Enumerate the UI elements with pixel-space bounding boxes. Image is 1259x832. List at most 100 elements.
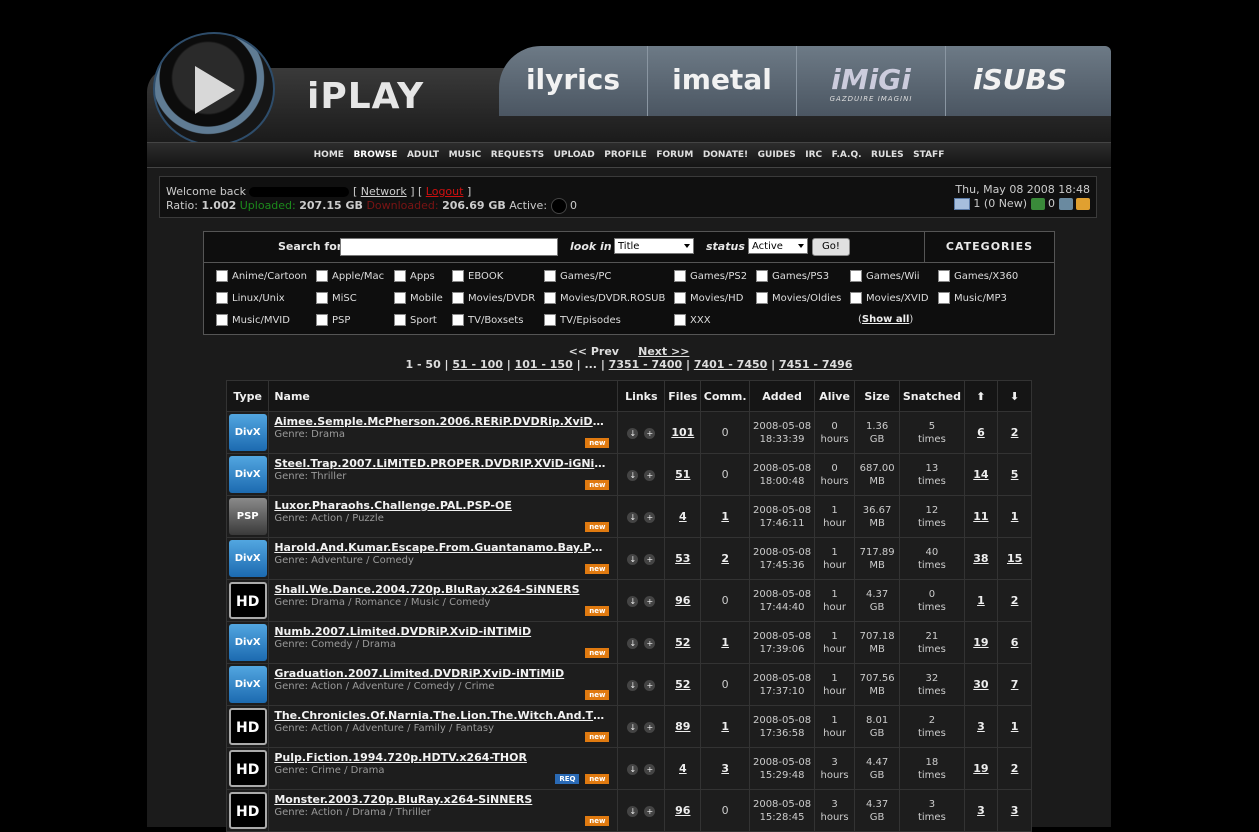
col-snatched[interactable]: Snatched bbox=[899, 380, 965, 412]
comments-link[interactable]: 1 bbox=[721, 636, 729, 649]
nav-staff[interactable]: STAFF bbox=[913, 143, 944, 167]
category-checkbox[interactable] bbox=[544, 270, 556, 282]
download-icon[interactable]: ↓ bbox=[627, 512, 639, 523]
leechers-link[interactable]: 5 bbox=[1011, 468, 1019, 481]
category-movies-hd[interactable]: Movies/HD bbox=[674, 292, 743, 304]
category-checkbox[interactable] bbox=[452, 270, 464, 282]
download-icon[interactable]: ↓ bbox=[627, 680, 639, 691]
category-mobile[interactable]: Mobile bbox=[394, 292, 443, 304]
category-checkbox[interactable] bbox=[674, 314, 686, 326]
category-games-ps3[interactable]: Games/PS3 bbox=[756, 270, 829, 282]
comments-link[interactable]: 3 bbox=[721, 762, 729, 775]
messages-count[interactable]: 1 (0 New) bbox=[973, 197, 1027, 210]
category-checkbox[interactable] bbox=[216, 292, 228, 304]
torrent-name-link[interactable]: Pulp.Fiction.1994.720p.HDTV.x264-THOR bbox=[274, 751, 607, 764]
comments-link[interactable]: 2 bbox=[721, 552, 729, 565]
download-icon[interactable]: ↓ bbox=[627, 428, 639, 439]
search-input[interactable] bbox=[340, 238, 558, 256]
nav-profile[interactable]: PROFILE bbox=[604, 143, 647, 167]
col-name[interactable]: Name bbox=[268, 380, 619, 412]
torrent-name-link[interactable]: Graduation.2007.Limited.DVDRiP.XviD-iNTi… bbox=[274, 667, 607, 680]
add-icon[interactable]: + bbox=[644, 596, 656, 607]
nav-upload[interactable]: UPLOAD bbox=[554, 143, 595, 167]
category-linux-unix[interactable]: Linux/Unix bbox=[216, 292, 285, 304]
category-checkbox[interactable] bbox=[394, 292, 406, 304]
download-icon[interactable]: ↓ bbox=[627, 722, 639, 733]
col-size[interactable]: Size bbox=[853, 380, 901, 412]
category-checkbox[interactable] bbox=[394, 270, 406, 282]
friends-icon[interactable] bbox=[1058, 198, 1073, 210]
seeders-link[interactable]: 14 bbox=[973, 468, 988, 481]
category-games-ps2[interactable]: Games/PS2 bbox=[674, 270, 747, 282]
comments-link[interactable]: 1 bbox=[721, 510, 729, 523]
leechers-link[interactable]: 6 bbox=[1011, 636, 1019, 649]
page-link[interactable]: 7451 - 7496 bbox=[779, 358, 852, 371]
category-type-icon[interactable]: HD bbox=[228, 792, 267, 829]
col-comments[interactable]: Comm. bbox=[700, 380, 750, 412]
category-checkbox[interactable] bbox=[394, 314, 406, 326]
site-logo[interactable]: iPLAY bbox=[307, 76, 424, 117]
category-checkbox[interactable] bbox=[850, 270, 862, 282]
category-checkbox[interactable] bbox=[544, 292, 556, 304]
status-select[interactable]: Active bbox=[748, 238, 808, 254]
category-games-wii[interactable]: Games/Wii bbox=[850, 270, 920, 282]
leechers-link[interactable]: 7 bbox=[1011, 678, 1019, 691]
category-ebook[interactable]: EBOOK bbox=[452, 270, 503, 282]
category-type-icon[interactable]: DivX bbox=[228, 624, 267, 661]
files-link[interactable]: 96 bbox=[675, 804, 690, 817]
leechers-link[interactable]: 1 bbox=[1011, 720, 1019, 733]
files-link[interactable]: 96 bbox=[675, 594, 690, 607]
category-type-icon[interactable]: HD bbox=[228, 750, 267, 787]
nav-music[interactable]: MUSIC bbox=[449, 143, 482, 167]
files-link[interactable]: 53 bbox=[675, 552, 690, 565]
seeders-link[interactable]: 3 bbox=[977, 804, 985, 817]
nav-faq[interactable]: F.A.Q. bbox=[832, 143, 862, 167]
category-tv-boxsets[interactable]: TV/Boxsets bbox=[452, 314, 523, 326]
category-movies-xvid[interactable]: Movies/XVID bbox=[850, 292, 929, 304]
category-type-icon[interactable]: DivX bbox=[228, 456, 267, 493]
download-icon[interactable]: ↓ bbox=[627, 806, 639, 817]
files-link[interactable]: 101 bbox=[671, 426, 694, 439]
money-icon[interactable] bbox=[1030, 198, 1045, 210]
files-link[interactable]: 89 bbox=[675, 720, 690, 733]
torrent-name-link[interactable]: Harold.And.Kumar.Escape.From.Guantanamo.… bbox=[274, 541, 607, 554]
category-misc[interactable]: MiSC bbox=[316, 292, 357, 304]
nav-adult[interactable]: ADULT bbox=[407, 143, 439, 167]
download-icon[interactable]: ↓ bbox=[627, 554, 639, 565]
category-sport[interactable]: Sport bbox=[394, 314, 437, 326]
torrent-name-link[interactable]: Numb.2007.Limited.DVDRiP.XviD-iNTiMiD bbox=[274, 625, 607, 638]
partner-ilyrics[interactable]: ilyrics bbox=[499, 46, 648, 116]
show-all-link[interactable]: Show all bbox=[862, 314, 910, 325]
add-icon[interactable]: + bbox=[644, 554, 656, 565]
network-link[interactable]: Network bbox=[361, 185, 407, 198]
torrent-name-link[interactable]: Shall.We.Dance.2004.720p.BluRay.x264-SiN… bbox=[274, 583, 607, 596]
category-checkbox[interactable] bbox=[216, 314, 228, 326]
col-leechers[interactable]: ⬇ bbox=[997, 380, 1032, 412]
download-icon[interactable]: ↓ bbox=[627, 596, 639, 607]
category-type-icon[interactable]: DivX bbox=[228, 414, 267, 451]
seeders-link[interactable]: 3 bbox=[977, 720, 985, 733]
category-games-pc[interactable]: Games/PC bbox=[544, 270, 611, 282]
category-checkbox[interactable] bbox=[316, 314, 328, 326]
category-checkbox[interactable] bbox=[316, 292, 328, 304]
go-button[interactable]: Go! bbox=[812, 238, 850, 256]
partner-isubs[interactable]: iSUBS bbox=[946, 46, 1094, 116]
category-checkbox[interactable] bbox=[544, 314, 556, 326]
nav-rules[interactable]: RULES bbox=[871, 143, 904, 167]
seeders-link[interactable]: 30 bbox=[973, 678, 988, 691]
comments-link[interactable]: 1 bbox=[721, 720, 729, 733]
page-link[interactable]: 7401 - 7450 bbox=[694, 358, 767, 371]
torrent-name-link[interactable]: Steel.Trap.2007.LiMiTED.PROPER.DVDRIP.XV… bbox=[274, 457, 607, 470]
seeders-link[interactable]: 1 bbox=[977, 594, 985, 607]
col-alive[interactable]: Alive bbox=[814, 380, 855, 412]
add-icon[interactable]: + bbox=[644, 638, 656, 649]
leechers-link[interactable]: 15 bbox=[1007, 552, 1022, 565]
leechers-link[interactable]: 2 bbox=[1011, 594, 1019, 607]
category-games-x360[interactable]: Games/X360 bbox=[938, 270, 1018, 282]
seeders-link[interactable]: 38 bbox=[973, 552, 988, 565]
col-type[interactable]: Type bbox=[225, 380, 270, 412]
add-icon[interactable]: + bbox=[644, 722, 656, 733]
add-icon[interactable]: + bbox=[644, 764, 656, 775]
files-link[interactable]: 52 bbox=[675, 636, 690, 649]
category-type-icon[interactable]: DivX bbox=[228, 540, 267, 577]
